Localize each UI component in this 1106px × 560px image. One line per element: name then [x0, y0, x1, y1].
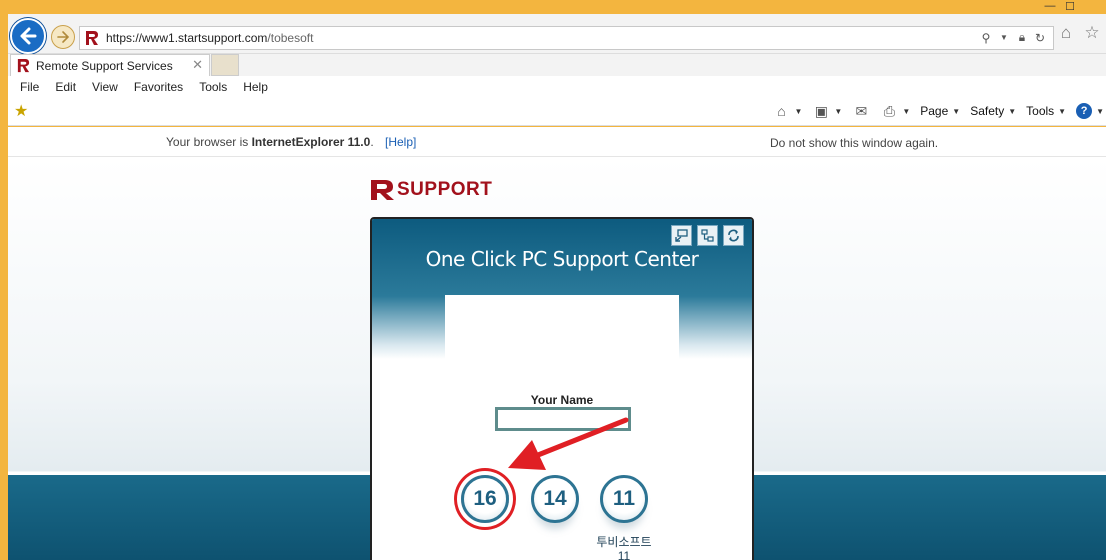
menu-file[interactable]: File — [18, 76, 47, 98]
dismiss-link[interactable]: Do not show this window again. — [770, 136, 938, 150]
chevron-down-icon[interactable]: ▼ — [834, 107, 842, 116]
your-name-input[interactable] — [495, 407, 631, 431]
chevron-down-icon[interactable]: ▼ — [1058, 107, 1066, 116]
window-controls: — ☐ — [1040, 0, 1080, 14]
chevron-down-icon[interactable]: ▼ — [997, 33, 1011, 42]
tab-remote-support[interactable]: Remote Support Services ✕ — [10, 54, 210, 76]
arrow-left-icon — [20, 27, 37, 45]
arrow-right-icon — [57, 31, 70, 43]
menu-edit[interactable]: Edit — [53, 76, 84, 98]
url-path: /tobesoft — [267, 31, 314, 45]
code-button-14[interactable]: 14 — [531, 475, 579, 523]
code-caption-11: 투비소프트 11 — [596, 535, 652, 560]
info-suffix: . — [370, 135, 374, 149]
brand-text: SUPPORT — [397, 179, 493, 200]
address-input[interactable]: https://www1.startsupport.com/tobesoft ⚲… — [79, 26, 1054, 50]
chevron-down-icon[interactable]: ▼ — [952, 107, 960, 116]
support-panel: One Click PC Support Center Your Name 16… — [370, 217, 754, 560]
maximize-icon[interactable]: ☐ — [1060, 0, 1080, 14]
right-toolbar: ⌂ ☆ — [1056, 23, 1102, 43]
command-bar: ★ ⌂ ▼ ▣ ▼ ✉ ⎙ ▼ Page ▼ Safety ▼ Tools ▼ ? ▼ — [8, 98, 1106, 126]
safety-menu[interactable]: Safety — [970, 104, 1004, 118]
notice-area — [445, 295, 679, 395]
panel-icon-group — [671, 225, 744, 246]
lock-icon[interactable]: 🔒︎ — [1015, 30, 1029, 45]
url-text: https://www1.startsupport.com/tobesoft — [106, 31, 313, 45]
feeds-icon[interactable]: ▣ — [812, 103, 830, 119]
address-bar-row: https://www1.startsupport.com/tobesoft ⚲… — [8, 14, 1106, 54]
add-favorites-icon[interactable]: ★ — [14, 104, 32, 120]
menu-view[interactable]: View — [90, 76, 126, 98]
close-tab-icon[interactable]: ✕ — [192, 57, 203, 73]
menu-favorites[interactable]: Favorites — [132, 76, 191, 98]
code-button-11[interactable]: 11 — [600, 475, 648, 523]
menu-bar: File Edit View Favorites Tools Help — [8, 76, 1106, 98]
help-link[interactable]: [Help] — [385, 135, 416, 149]
network-icon[interactable] — [697, 225, 718, 246]
chevron-down-icon[interactable]: ▼ — [902, 107, 910, 116]
address-tools: ⚲ ▼ 🔒︎ ↻ — [979, 30, 1047, 45]
back-button[interactable] — [10, 18, 46, 54]
url-domain: startsupport.com — [178, 31, 268, 45]
brand-logo: SUPPORT — [370, 177, 492, 203]
browser-name: InternetExplorer 11.0 — [251, 135, 371, 149]
home-icon[interactable]: ⌂ — [1056, 23, 1076, 43]
browser-info-text: Your browser is InternetExplorer 11.0. [… — [166, 135, 416, 149]
url-prefix: https://www1. — [106, 31, 179, 45]
new-tab-button[interactable] — [211, 54, 239, 76]
command-tools: ⌂ ▼ ▣ ▼ ✉ ⎙ ▼ Page ▼ Safety ▼ Tools ▼ ? ▼ — [772, 103, 1104, 119]
site-favicon-icon — [17, 58, 30, 73]
tab-title: Remote Support Services — [36, 59, 173, 73]
menu-help[interactable]: Help — [241, 76, 276, 98]
page-menu[interactable]: Page — [920, 104, 948, 118]
refresh-icon[interactable]: ↻ — [1033, 31, 1047, 45]
mail-icon[interactable]: ✉ — [852, 103, 870, 119]
your-name-label: Your Name — [530, 393, 594, 407]
chevron-down-icon[interactable]: ▼ — [1008, 107, 1016, 116]
rsupport-logo-icon — [371, 180, 394, 200]
panel-title: One Click PC Support Center — [425, 247, 699, 271]
code-button-16[interactable]: 16 — [461, 475, 509, 523]
search-icon[interactable]: ⚲ — [979, 31, 993, 45]
monitor-connect-icon[interactable] — [671, 225, 692, 246]
help-icon[interactable]: ? — [1076, 103, 1093, 119]
info-prefix: Your browser is — [166, 135, 252, 149]
chevron-down-icon[interactable]: ▼ — [1096, 107, 1104, 116]
menu-tools[interactable]: Tools — [197, 76, 235, 98]
tab-row: Remote Support Services ✕ — [8, 54, 1106, 76]
page-content: Your browser is InternetExplorer 11.0. [… — [8, 127, 1106, 560]
site-favicon-icon — [86, 31, 98, 45]
tools-menu[interactable]: Tools — [1026, 104, 1054, 118]
minimize-icon[interactable]: — — [1040, 0, 1060, 14]
forward-button[interactable] — [51, 25, 75, 49]
sync-icon[interactable] — [723, 225, 744, 246]
home-icon[interactable]: ⌂ — [772, 103, 790, 119]
print-icon[interactable]: ⎙ — [880, 103, 898, 119]
browser-info-bar: Your browser is InternetExplorer 11.0. [… — [8, 127, 1106, 157]
chevron-down-icon[interactable]: ▼ — [794, 107, 802, 116]
favorites-star-icon[interactable]: ☆ — [1082, 23, 1102, 43]
